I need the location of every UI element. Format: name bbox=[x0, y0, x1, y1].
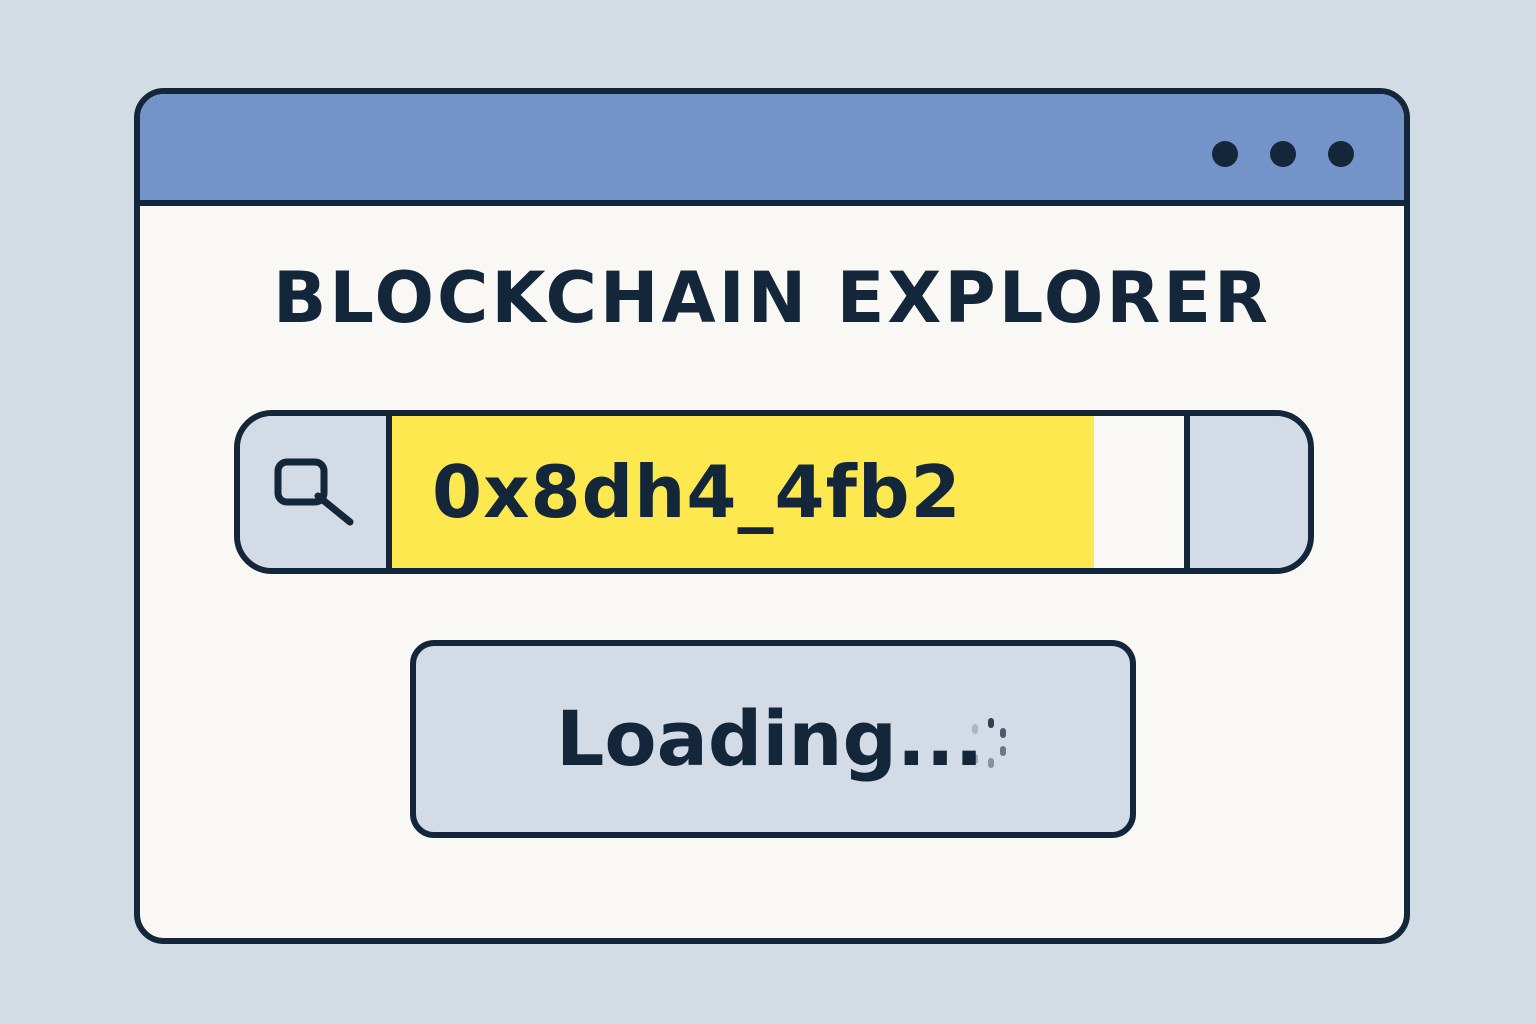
search-input[interactable]: 0x8dh4_4fb2 bbox=[392, 416, 1184, 568]
window-menu-dot-1[interactable] bbox=[1212, 141, 1238, 167]
loading-label: Loading... bbox=[556, 694, 984, 783]
window-menu-dot-3[interactable] bbox=[1328, 141, 1354, 167]
page-title: BLOCKCHAIN EXPLORER bbox=[273, 257, 1271, 339]
search-input-value: 0x8dh4_4fb2 bbox=[432, 450, 962, 534]
search-icon bbox=[274, 458, 354, 526]
search-submit-button[interactable] bbox=[1184, 416, 1308, 568]
loading-button[interactable]: Loading... bbox=[410, 640, 1136, 838]
search-button[interactable] bbox=[240, 416, 392, 568]
browser-window: BLOCKCHAIN EXPLORER 0x8dh4_4fb2 Loading.… bbox=[134, 88, 1410, 944]
spinner-icon bbox=[972, 718, 1006, 768]
window-menu-dot-2[interactable] bbox=[1270, 141, 1296, 167]
title-bar bbox=[140, 94, 1404, 206]
search-bar: 0x8dh4_4fb2 bbox=[234, 410, 1314, 574]
